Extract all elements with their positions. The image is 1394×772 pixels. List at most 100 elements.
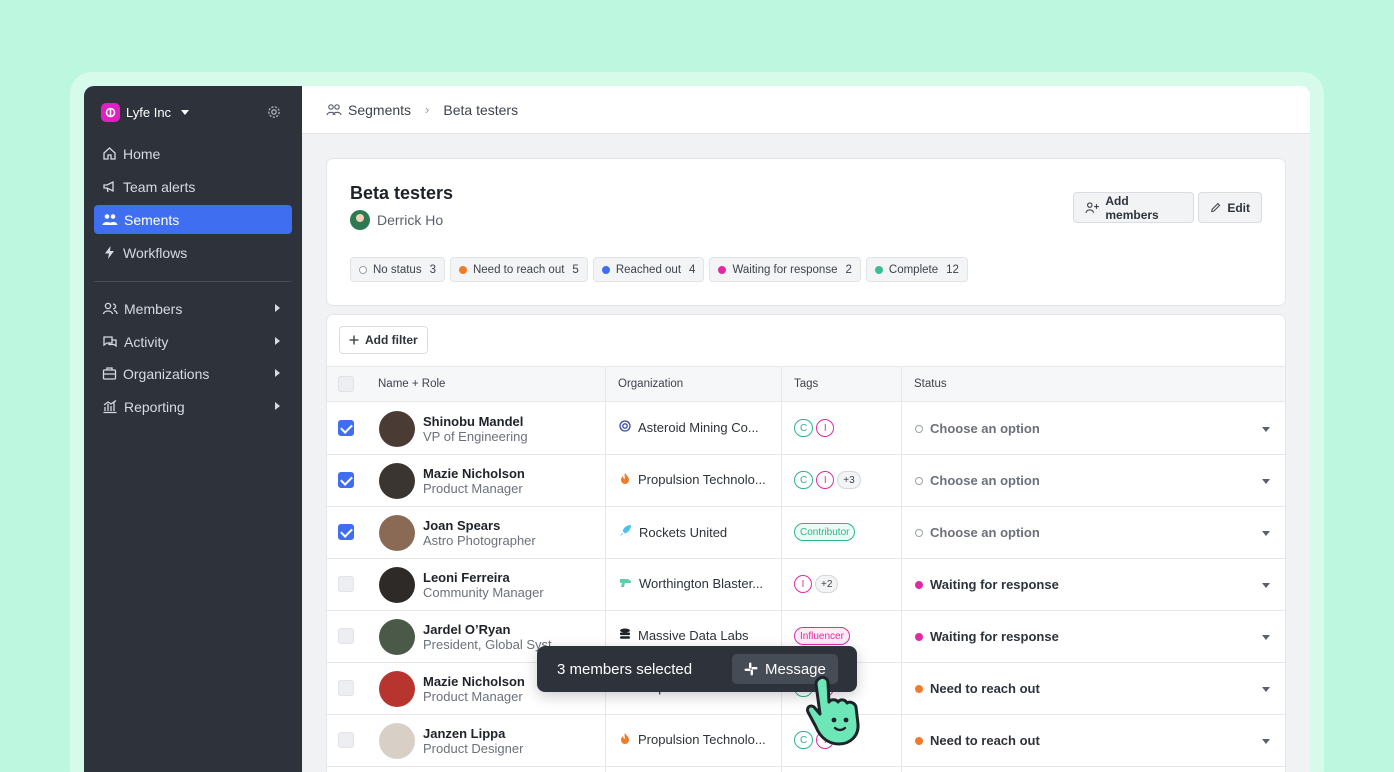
home-icon: [103, 147, 116, 160]
nav-label: Sements: [124, 211, 180, 228]
chevron-down-icon[interactable]: [1262, 687, 1270, 692]
organization-name: Worthington Blaster...: [639, 576, 764, 591]
nav-item-activity[interactable]: Activity: [94, 327, 292, 356]
more-tags-badge[interactable]: +2: [815, 575, 839, 593]
nav-item-organizations[interactable]: Organizations: [94, 359, 292, 388]
nav-label: Members: [124, 300, 183, 317]
row-checkbox[interactable]: [338, 576, 354, 592]
member-name[interactable]: Mazie Nicholson: [423, 466, 525, 481]
avatar: [379, 671, 415, 707]
nav-item-segments[interactable]: Sements: [94, 205, 292, 234]
row-checkbox[interactable]: [338, 680, 354, 696]
column-header-status[interactable]: Status: [914, 378, 947, 390]
nav-label: Reporting: [124, 398, 185, 415]
chevron-right-icon: [275, 369, 280, 377]
status-select[interactable]: Choose an option: [915, 473, 1040, 488]
organization-cell[interactable]: Propulsion Technolo...: [619, 472, 766, 487]
status-chip-complete[interactable]: Complete 12: [865, 257, 968, 282]
nav-item-reporting[interactable]: Reporting: [94, 392, 292, 421]
row-checkbox[interactable]: [338, 420, 354, 436]
organization-cell[interactable]: Worthington Blaster...: [619, 576, 763, 591]
status-select[interactable]: Need to reach out: [915, 733, 1040, 748]
column-header-organization[interactable]: Organization: [618, 378, 683, 390]
status-select[interactable]: Need to reach out: [915, 681, 1040, 696]
tag-badge[interactable]: C: [794, 419, 814, 437]
member-role: VP of Engineering: [423, 429, 528, 444]
tag-badge[interactable]: I: [816, 471, 835, 489]
column-header-tags[interactable]: Tags: [794, 378, 818, 390]
status-chip-need-to-reach-out[interactable]: Need to reach out 5: [449, 257, 588, 282]
nav-label: Team alerts: [123, 178, 196, 195]
status-select[interactable]: Waiting for response: [915, 629, 1059, 644]
nav-label: Home: [123, 145, 161, 162]
nav-label: Activity: [124, 333, 169, 350]
row-checkbox[interactable]: [338, 628, 354, 644]
tag-badge[interactable]: I: [816, 419, 835, 437]
tag-badge[interactable]: Influencer: [794, 627, 850, 645]
organization-cell[interactable]: Propulsion Technolo...: [619, 732, 766, 747]
status-select[interactable]: Waiting for response: [915, 577, 1059, 592]
member-name[interactable]: Shinobu Mandel: [423, 414, 523, 429]
tags-cell: Contributor: [794, 523, 856, 541]
edit-button[interactable]: Edit: [1198, 192, 1262, 223]
member-name[interactable]: Jardel O’Ryan: [423, 622, 510, 637]
avatar: [379, 411, 415, 447]
tag-badge[interactable]: I: [794, 575, 812, 593]
chevron-down-icon[interactable]: [1262, 739, 1270, 744]
add-members-button[interactable]: Add members: [1073, 192, 1194, 223]
table-row[interactable]: Shinobu Mandel VP of Engineering Asteroi…: [327, 403, 1285, 455]
status-select[interactable]: Choose an option: [915, 525, 1040, 540]
table-row[interactable]: Leoni Ferreira Community Manager Worthin…: [327, 559, 1285, 611]
add-filter-label: Add filter: [365, 333, 418, 347]
chip-count: 12: [946, 263, 959, 276]
table-row[interactable]: Mazie Nicholson Product Manager Propulsi…: [327, 455, 1285, 507]
member-name[interactable]: Mazie Nicholson: [423, 674, 525, 689]
status-dot: [601, 265, 610, 274]
status-chip-list: No status 3 Need to reach out 5 Reached …: [350, 257, 968, 282]
member-name[interactable]: Leoni Ferreira: [423, 570, 510, 585]
slack-icon: [744, 662, 758, 676]
row-checkbox[interactable]: [338, 524, 354, 540]
chevron-down-icon[interactable]: [1262, 531, 1270, 536]
tag-badge[interactable]: C: [794, 471, 814, 489]
status-dot: [458, 265, 467, 274]
status-chip-waiting-for-response[interactable]: Waiting for response 2: [709, 257, 861, 282]
nav-item-home[interactable]: Home: [94, 139, 292, 168]
chevron-down-icon[interactable]: [1262, 583, 1270, 588]
status-select[interactable]: Choose an option: [915, 421, 1040, 436]
member-name[interactable]: Janzen Lippa: [423, 726, 505, 741]
select-all-checkbox[interactable]: [338, 376, 354, 392]
chevron-down-icon[interactable]: [1262, 479, 1270, 484]
chevron-down-icon[interactable]: [1262, 635, 1270, 640]
member-role: Product Manager: [423, 689, 523, 704]
tag-badge[interactable]: Contributor: [794, 523, 856, 541]
breadcrumb-root[interactable]: Segments: [348, 102, 411, 118]
tags-cell: CI: [794, 419, 835, 437]
chip-count: 2: [845, 263, 852, 276]
member-name[interactable]: Joan Spears: [423, 518, 500, 533]
nav-item-members[interactable]: Members: [94, 294, 292, 323]
briefcase-icon: [102, 367, 117, 380]
table-row[interactable]: Joan Spears Astro Photographer Rockets U…: [327, 507, 1285, 559]
nav-item-team-alerts[interactable]: Team alerts: [94, 172, 292, 201]
workspace-switcher[interactable]: Lyfe Inc: [101, 103, 190, 122]
organization-cell[interactable]: Massive Data Labs: [619, 628, 749, 643]
chip-count: 5: [572, 263, 579, 276]
avatar: [379, 463, 415, 499]
more-tags-badge[interactable]: +3: [837, 471, 861, 489]
nav-item-workflows[interactable]: Workflows: [94, 238, 292, 267]
organization-cell[interactable]: Rockets United: [619, 524, 727, 540]
status-chip-no-status[interactable]: No status 3: [350, 257, 445, 282]
chevron-down-icon[interactable]: [1262, 427, 1270, 432]
column-header-name-role[interactable]: Name + Role: [378, 378, 445, 390]
page-title: Beta testers: [350, 183, 454, 203]
organization-cell[interactable]: Asteroid Mining Co...: [619, 420, 759, 435]
status-chip-reached-out[interactable]: Reached out 4: [592, 257, 705, 282]
add-filter-button[interactable]: Add filter: [339, 326, 428, 354]
avatar: [379, 619, 415, 655]
row-checkbox[interactable]: [338, 732, 354, 748]
edit-label: Edit: [1227, 200, 1250, 215]
gear-icon[interactable]: [267, 105, 281, 124]
row-checkbox[interactable]: [338, 472, 354, 488]
users-icon: [326, 103, 342, 115]
